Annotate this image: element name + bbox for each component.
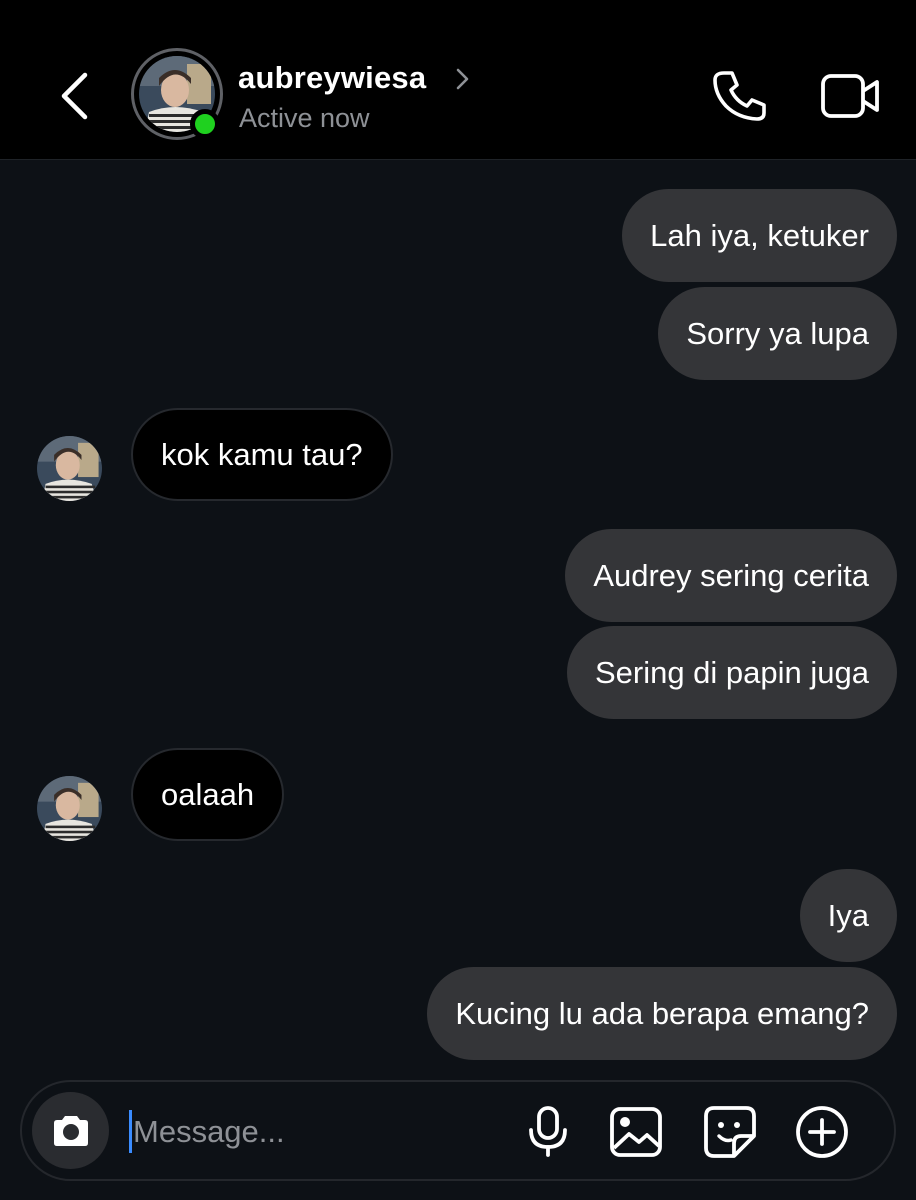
sticker-button[interactable] (702, 1104, 758, 1160)
message-bubble-sent[interactable]: Kucing lu ada berapa emang? (427, 967, 897, 1060)
online-indicator (190, 109, 220, 139)
text-caret (129, 1110, 132, 1153)
more-options-button[interactable] (794, 1104, 850, 1160)
chevron-right-icon[interactable] (453, 64, 473, 94)
back-button[interactable] (48, 64, 100, 128)
message-bubble-sent[interactable]: Sorry ya lupa (658, 287, 897, 380)
microphone-icon (529, 1106, 567, 1157)
audio-call-button[interactable] (710, 68, 770, 124)
message-bubble-sent[interactable]: Lah iya, ketuker (622, 189, 897, 282)
message-bubble-received[interactable]: kok kamu tau? (131, 408, 393, 501)
voice-message-button[interactable] (520, 1104, 576, 1160)
chat-header: aubreywiesa Active now (0, 0, 916, 160)
image-icon (610, 1107, 662, 1157)
phone-icon (713, 71, 766, 121)
video-camera-icon (821, 74, 879, 118)
message-bubble-sent[interactable]: Sering di papin juga (566, 626, 897, 719)
plus-circle-icon (796, 1106, 848, 1158)
active-status: Active now (239, 103, 370, 133)
message-bubble-received[interactable]: oalaah (131, 748, 285, 841)
sticker-icon (704, 1106, 756, 1158)
message-bubble-sent[interactable]: Audrey sering cerita (565, 529, 897, 622)
gallery-button[interactable] (608, 1104, 664, 1160)
message-bubble-sent[interactable]: Iya (799, 869, 897, 962)
message-input[interactable] (133, 1104, 513, 1160)
chevron-left-icon (61, 72, 88, 120)
camera-button[interactable] (32, 1092, 109, 1169)
sender-avatar[interactable] (37, 776, 102, 841)
camera-icon (53, 1115, 88, 1146)
video-call-button[interactable] (820, 70, 882, 122)
chat-username[interactable]: aubreywiesa (238, 60, 426, 96)
sender-avatar[interactable] (37, 436, 102, 501)
message-composer (20, 1080, 896, 1181)
